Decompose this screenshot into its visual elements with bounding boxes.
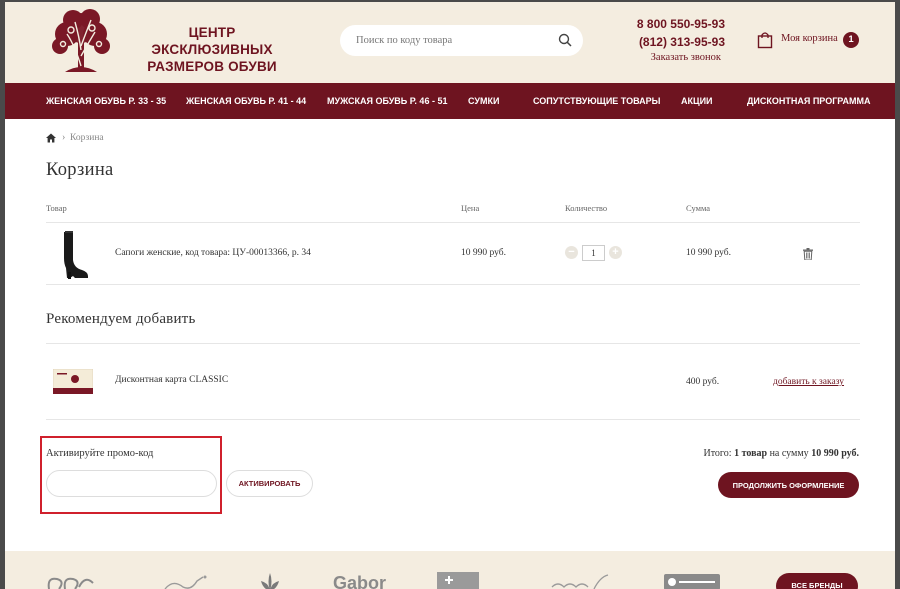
nav-item-men-46-51[interactable]: МУЖСКАЯ ОБУВЬ Р. 46 - 51	[327, 83, 447, 119]
search-icon[interactable]	[558, 33, 572, 47]
brand-logo-box-icon[interactable]	[437, 572, 479, 589]
main-nav: ЖЕНСКАЯ ОБУВЬ Р. 33 - 35 ЖЕНСКАЯ ОБУВЬ Р…	[5, 83, 895, 119]
recommend-title: Рекомендуем добавить	[46, 311, 196, 327]
page: ЦЕНТР ЭКСКЛЮЗИВНЫХ РАЗМЕРОВ ОБУВИ 8 800 …	[5, 2, 895, 589]
cart-item-name[interactable]: Сапоги женские, код товара: ЦУ-00013366,…	[115, 248, 311, 258]
promo-label: Активируйте промо-код	[46, 448, 154, 459]
header: ЦЕНТР ЭКСКЛЮЗИВНЫХ РАЗМЕРОВ ОБУВИ 8 800 …	[5, 2, 895, 83]
quantity-increase-button[interactable]: +	[609, 246, 622, 259]
brand-logo-swirl-icon[interactable]	[163, 573, 211, 589]
brand-logo-handwritten-icon[interactable]	[550, 573, 612, 589]
checkout-button[interactable]: ПРОДОЛЖИТЬ ОФОРМЛЕНИЕ	[718, 472, 859, 498]
activate-promo-button[interactable]: АКТИВИРОВАТЬ	[226, 470, 313, 497]
order-total: Итого: 1 товар на сумму 10 990 руб.	[565, 448, 859, 459]
footer-brands: Gabor ВСЕ БРЕНДЫ	[5, 551, 895, 589]
callback-link[interactable]: Заказать звонок	[625, 52, 721, 63]
cart-count-badge: 1	[843, 32, 859, 48]
divider	[46, 343, 860, 344]
all-brands-button[interactable]: ВСЕ БРЕНДЫ	[776, 573, 858, 589]
nav-item-discount-program[interactable]: ДИСКОНТНАЯ ПРОГРАММА	[747, 83, 871, 119]
total-amount: 10 990 руб.	[811, 448, 859, 459]
column-header-product: Товар	[46, 203, 67, 213]
nav-item-accessories[interactable]: СОПУТСТВУЮЩИЕ ТОВАРЫ	[533, 83, 660, 119]
search-input[interactable]	[356, 32, 546, 49]
brand-logo-script-icon[interactable]	[45, 573, 97, 589]
trash-icon[interactable]	[803, 248, 813, 260]
brand-gabor[interactable]: Gabor	[333, 573, 386, 589]
phones: 8 800 550-95-93 (812) 313-95-93	[625, 15, 725, 51]
cart-item-sum: 10 990 руб.	[686, 248, 731, 258]
cart-item-price: 10 990 руб.	[461, 248, 506, 258]
add-to-order-link[interactable]: добавить к заказу	[773, 377, 844, 387]
shopping-bag-icon[interactable]	[757, 31, 773, 49]
column-header-quantity: Количество	[565, 203, 608, 213]
breadcrumb-current: Корзина	[70, 133, 104, 143]
total-middle: на сумму	[769, 448, 809, 459]
divider	[46, 419, 860, 420]
recommend-item-price: 400 руб.	[686, 377, 720, 387]
brand-logo-leaf-icon[interactable]	[259, 573, 281, 589]
divider	[46, 284, 860, 285]
cart-label[interactable]: Моя корзина	[781, 33, 838, 44]
divider	[46, 222, 860, 223]
quantity-input[interactable]	[582, 245, 605, 261]
logo-line-2: РАЗМЕРОВ ОБУВИ	[147, 59, 277, 74]
column-header-price: Цена	[461, 203, 480, 213]
nav-item-women-33-35[interactable]: ЖЕНСКАЯ ОБУВЬ Р. 33 - 35	[46, 83, 166, 119]
promo-code-input[interactable]	[46, 470, 217, 497]
chevron-right-icon: ›	[62, 132, 66, 143]
quantity-decrease-button[interactable]: −	[565, 246, 578, 259]
nav-item-sales[interactable]: АКЦИИ	[681, 83, 713, 119]
nav-item-women-41-44[interactable]: ЖЕНСКАЯ ОБУВЬ Р. 41 - 44	[186, 83, 306, 119]
logo-line-1: ЦЕНТР ЭКСКЛЮЗИВНЫХ	[151, 25, 273, 57]
recommend-item-name[interactable]: Дисконтная карта CLASSIC	[115, 375, 228, 385]
home-icon[interactable]	[46, 133, 56, 143]
phone-2[interactable]: (812) 313-95-93	[625, 33, 725, 51]
total-count: 1 товар	[734, 448, 768, 459]
discount-card-image[interactable]	[53, 369, 93, 394]
total-prefix: Итого:	[703, 448, 732, 459]
page-title: Корзина	[46, 160, 114, 180]
boot-product-image[interactable]	[55, 230, 90, 280]
phone-1[interactable]: 8 800 550-95-93	[625, 15, 725, 33]
logo-text[interactable]: ЦЕНТР ЭКСКЛЮЗИВНЫХ РАЗМЕРОВ ОБУВИ	[132, 24, 292, 75]
brand-logo-badge-icon[interactable]	[664, 574, 720, 589]
search-box	[340, 25, 583, 56]
tree-logo-icon[interactable]	[45, 6, 117, 78]
nav-item-bags[interactable]: СУМКИ	[468, 83, 499, 119]
column-header-sum: Сумма	[686, 203, 711, 213]
